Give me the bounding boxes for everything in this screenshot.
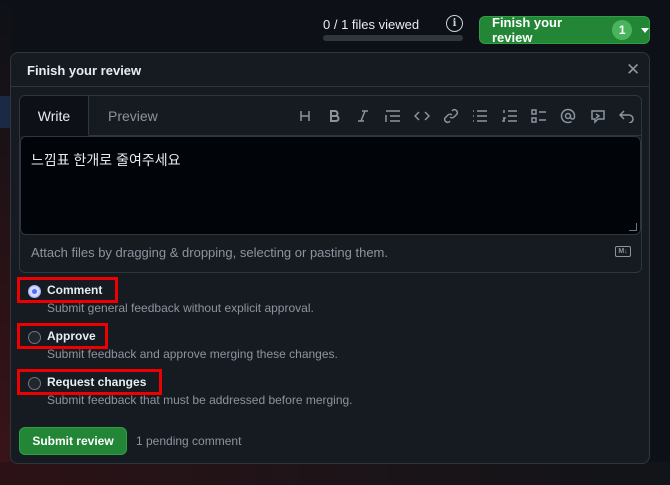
quote-icon[interactable] — [378, 105, 407, 127]
italic-icon[interactable] — [349, 105, 378, 127]
comment-textarea[interactable]: 느낌표 한개로 줄여주세요 — [20, 136, 641, 235]
unordered-list-icon[interactable] — [466, 105, 495, 127]
editor-tabbar: Write Preview — [20, 96, 641, 136]
finish-review-panel: Finish your review ✕ Write Preview 느낌표 한… — [10, 52, 650, 464]
heading-icon[interactable] — [290, 105, 319, 127]
pending-comment-text: 1 pending comment — [136, 434, 242, 448]
code-icon[interactable] — [407, 105, 436, 127]
bold-icon[interactable] — [319, 105, 348, 127]
submit-review-button[interactable]: Submit review — [19, 427, 127, 455]
panel-title: Finish your review — [27, 63, 142, 78]
markdown-toolbar — [290, 105, 641, 127]
link-icon[interactable] — [436, 105, 465, 127]
pending-count-badge: 1 — [612, 20, 632, 40]
files-viewed-text: 0 / 1 files viewed — [323, 17, 420, 32]
comment-text: 느낌표 한개로 줄여주세요 — [31, 152, 181, 168]
textarea-wrap: 느낌표 한개로 줄여주세요 Attach files by dragging &… — [20, 136, 641, 272]
close-icon[interactable]: ✕ — [626, 61, 640, 78]
finish-review-label: Finish your review — [492, 15, 563, 45]
markdown-icon: M↓ — [615, 246, 631, 257]
attach-files-hint[interactable]: Attach files by dragging & dropping, sel… — [31, 245, 388, 260]
info-icon[interactable]: i — [446, 15, 463, 32]
ordered-list-icon[interactable] — [495, 105, 524, 127]
files-viewed-progress — [323, 35, 463, 41]
request-changes-option-desc: Submit feedback that must be addressed b… — [47, 393, 353, 407]
tab-preview[interactable]: Preview — [108, 108, 158, 124]
reference-icon[interactable] — [583, 105, 612, 127]
highlight-box-request-changes — [17, 369, 162, 395]
finish-review-button[interactable]: Finish your review 1 — [479, 15, 650, 45]
comment-option-desc: Submit general feedback without explicit… — [47, 301, 314, 315]
mention-icon[interactable] — [554, 105, 583, 127]
background-bottom — [0, 462, 670, 485]
tab-write[interactable]: Write — [20, 96, 89, 136]
approve-option-desc: Submit feedback and approve merging thes… — [47, 347, 338, 361]
highlight-box-approve — [17, 323, 108, 349]
task-list-icon[interactable] — [524, 105, 553, 127]
undo-icon[interactable] — [612, 105, 641, 127]
caret-down-icon — [641, 27, 649, 33]
comment-editor: Write Preview 느낌표 한개로 줄여주세요 Attach files… — [19, 95, 642, 273]
resize-handle-icon[interactable] — [629, 223, 637, 231]
highlight-box-comment — [17, 277, 118, 303]
panel-header: Finish your review ✕ — [11, 53, 649, 87]
